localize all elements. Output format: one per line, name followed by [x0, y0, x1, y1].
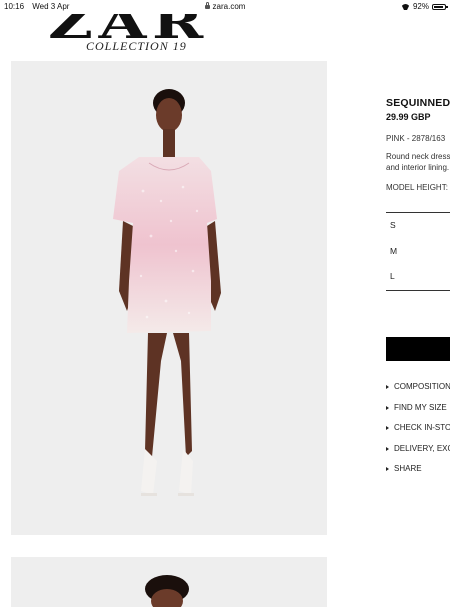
product-description-line2: and interior lining.: [386, 163, 450, 172]
accordion-label: FIND MY SIZE: [394, 403, 447, 412]
address-bar[interactable]: zara.com: [0, 0, 450, 14]
caret-right-icon: [386, 446, 389, 451]
status-bar: 10:16 Wed 3 Apr zara.com 92%: [0, 0, 450, 14]
accordion-share[interactable]: SHARE: [386, 464, 422, 473]
caret-right-icon: [386, 384, 389, 389]
model-height: MODEL HEIGHT: 1: [386, 183, 450, 192]
caret-right-icon: [386, 466, 389, 471]
accordion-label: DELIVERY, EXCHAN: [394, 444, 450, 453]
product-description-line1: Round neck dress: [386, 152, 450, 161]
caret-right-icon: [386, 405, 389, 410]
wifi-icon: [401, 4, 410, 10]
product-image[interactable]: [11, 61, 327, 535]
product-color-ref: PINK - 2878/163: [386, 134, 446, 143]
product-price: 29.99 GBP: [386, 112, 431, 122]
url-text: zara.com: [212, 2, 246, 11]
accordion-label: CHECK IN-STORE: [394, 423, 450, 432]
size-divider-top: [386, 212, 450, 213]
accordion-composition[interactable]: COMPOSITION AN: [386, 382, 450, 391]
battery-percent: 92%: [412, 2, 429, 11]
battery-fill: [434, 6, 444, 8]
accordion-label: COMPOSITION AN: [394, 382, 450, 391]
add-to-basket-button[interactable]: [386, 337, 450, 361]
collection-title: COLLECTION 19: [86, 39, 187, 53]
accordion-label: SHARE: [394, 464, 422, 473]
model-illustration: [113, 89, 221, 496]
lock-icon: [204, 2, 210, 9]
product-name: SEQUINNED DR: [386, 97, 450, 109]
size-option-m[interactable]: M: [390, 246, 397, 256]
size-divider-bottom: [386, 290, 450, 291]
accordion-check-in-store[interactable]: CHECK IN-STORE: [386, 423, 450, 432]
size-option-s[interactable]: S: [390, 220, 396, 230]
battery-icon: [432, 4, 448, 10]
caret-right-icon: [386, 425, 389, 430]
status-right: 92%: [401, 0, 448, 14]
accordion-delivery[interactable]: DELIVERY, EXCHAN: [386, 444, 450, 453]
size-option-l[interactable]: L: [390, 271, 395, 281]
accordion-find-my-size[interactable]: FIND MY SIZE: [386, 403, 447, 412]
